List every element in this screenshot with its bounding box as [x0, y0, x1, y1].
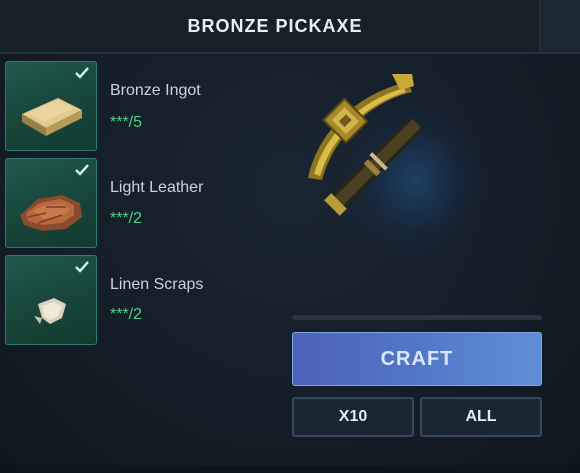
leather-icon: [20, 195, 82, 231]
craft-progress-track: [292, 315, 542, 320]
ingredient-slot-bronze-ingot[interactable]: [5, 61, 97, 151]
check-icon: [75, 261, 89, 273]
craft-all-button[interactable]: ALL: [420, 397, 542, 437]
ingredient-slot-light-leather[interactable]: [5, 158, 97, 248]
bronze-ingot-icon: [22, 98, 82, 136]
ingredient-count: ***/2: [110, 306, 143, 323]
ingredient-count: ***/5: [110, 114, 143, 131]
check-icon: [75, 67, 89, 79]
ingredient-name: Light Leather: [110, 179, 204, 196]
crafting-panel: BRONZE PICKAXE Bronze Ingot ***/5 Light …: [0, 0, 580, 473]
ingredient-name: Bronze Ingot: [110, 82, 201, 99]
linen-scrap-icon: [34, 298, 66, 324]
ingredient-count: ***/2: [110, 210, 143, 227]
bottom-edge: [0, 465, 580, 473]
craft-x10-button[interactable]: X10: [292, 397, 414, 437]
ingredient-slot-linen-scraps[interactable]: [5, 255, 97, 345]
bronze-pickaxe-icon: [308, 74, 424, 216]
item-title: BRONZE PICKAXE: [187, 16, 363, 36]
craft-button[interactable]: CRAFT: [292, 332, 542, 386]
ingredient-name: Linen Scraps: [110, 276, 204, 293]
check-icon: [75, 164, 89, 176]
